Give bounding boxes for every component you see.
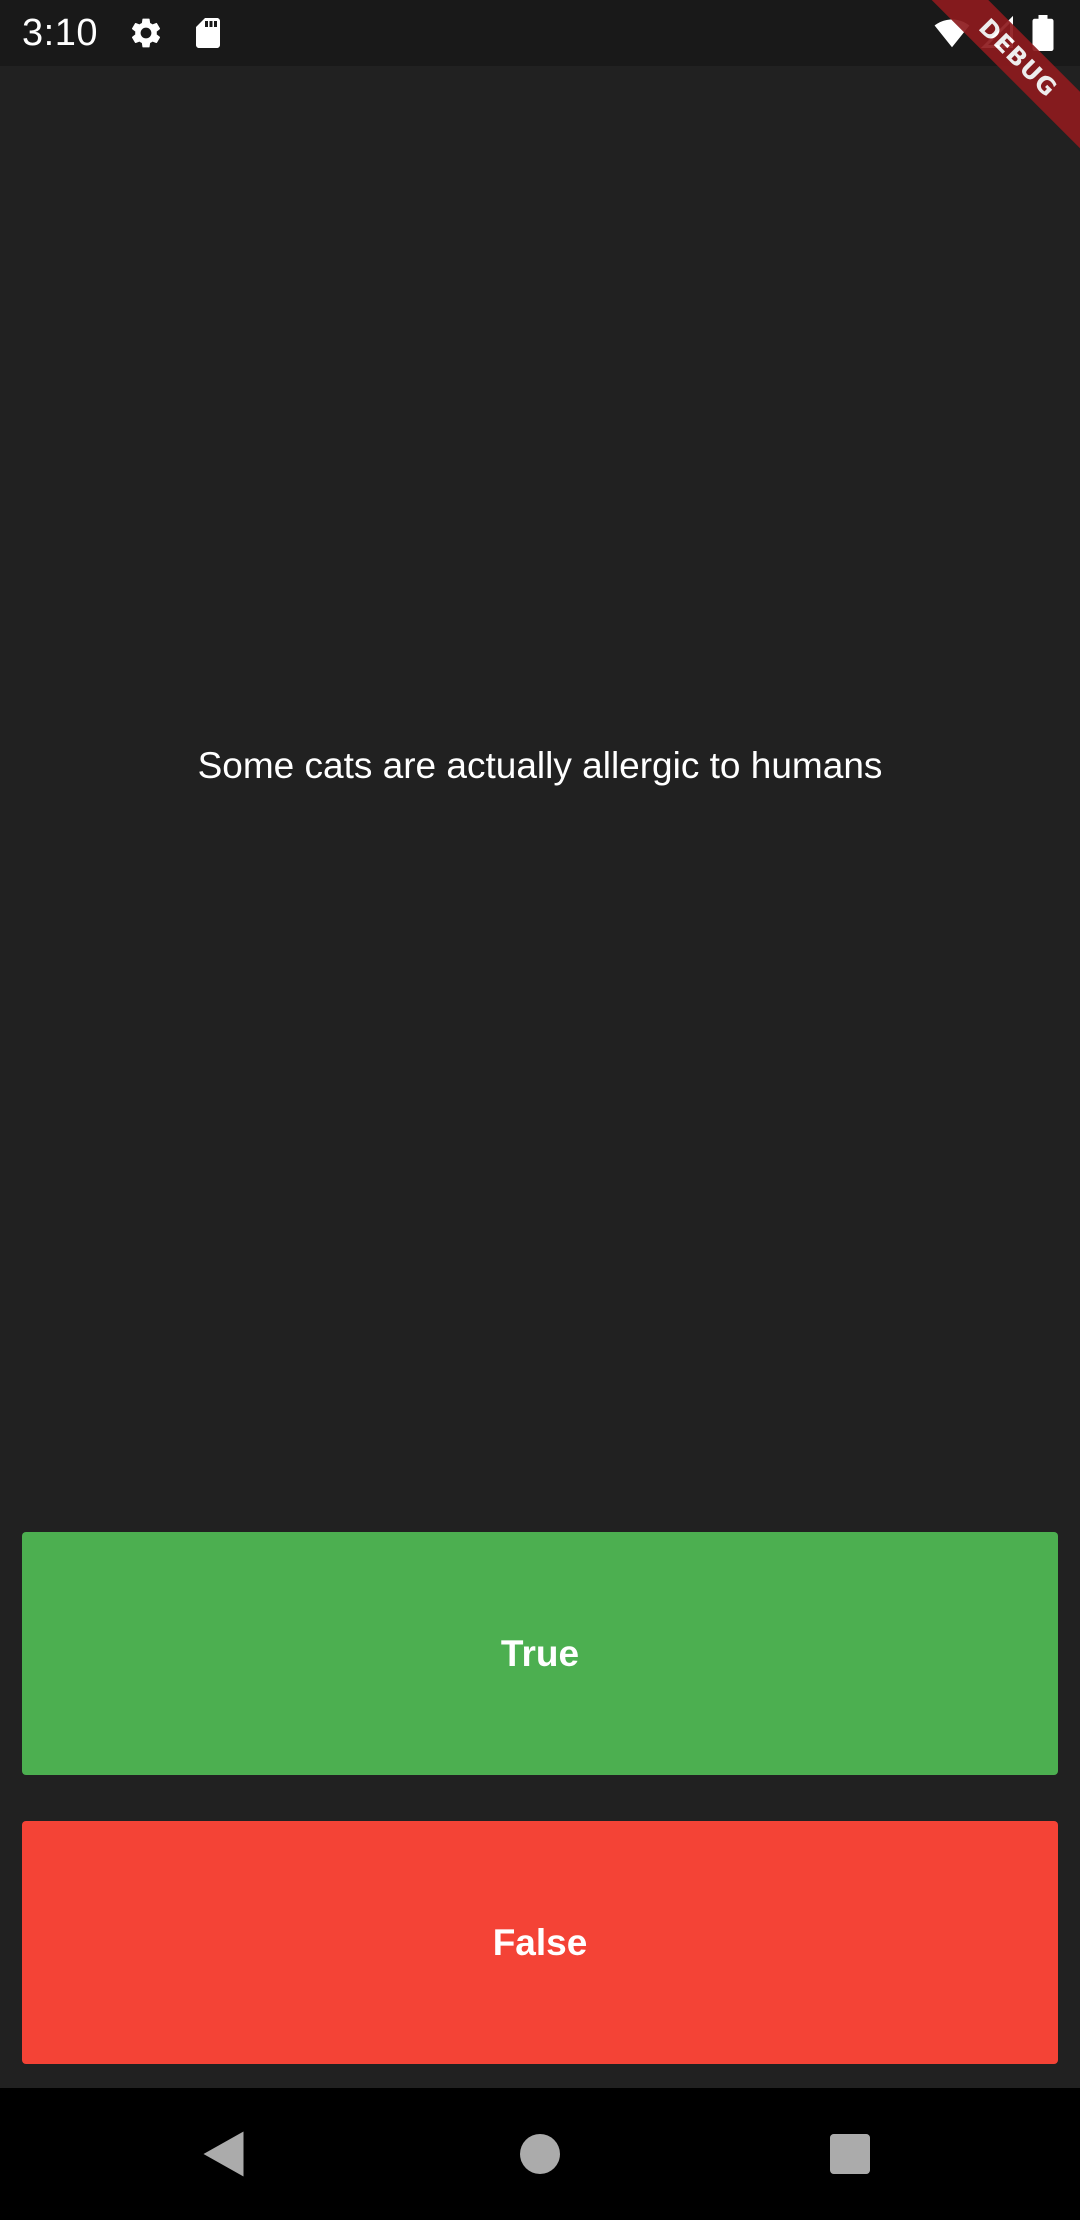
navigation-bar xyxy=(0,2088,1080,2220)
question-text: Some cats are actually allergic to human… xyxy=(197,745,883,786)
settings-icon xyxy=(128,15,164,51)
true-button[interactable]: True xyxy=(22,1532,1058,1775)
battery-icon xyxy=(1030,15,1056,51)
wifi-icon xyxy=(934,15,970,51)
signal-icon xyxy=(980,15,1016,51)
question-area: Some cats are actually allergic to human… xyxy=(0,66,1080,1466)
false-button[interactable]: False xyxy=(22,1821,1058,2064)
sd-card-icon xyxy=(190,15,226,51)
back-icon[interactable] xyxy=(196,2124,256,2184)
home-icon[interactable] xyxy=(510,2124,570,2184)
status-bar: 3:10 xyxy=(0,0,1080,66)
app-screen: 3:10 DEBUG Some cats are actually allerg… xyxy=(0,0,1080,2220)
status-time: 3:10 xyxy=(22,12,98,54)
recents-icon[interactable] xyxy=(820,2124,880,2184)
